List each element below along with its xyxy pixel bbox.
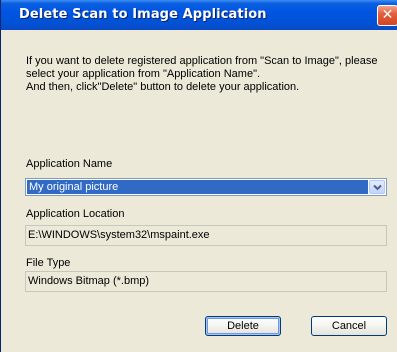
delete-application-dialog: Delete Scan to Image Application ✕ If yo…: [0, 0, 397, 352]
application-location-field: E:\WINDOWS\system32\mspaint.exe: [25, 225, 387, 246]
delete-button[interactable]: Delete: [205, 316, 281, 336]
chevron-down-icon: [373, 184, 382, 191]
instructions-line-2: select your application from "Applicatio…: [26, 68, 261, 80]
title-bar[interactable]: Delete Scan to Image Application ✕: [1, 0, 397, 30]
close-button[interactable]: ✕: [377, 5, 397, 26]
instructions-line-3: And then, click"Delete" button to delete…: [26, 81, 300, 93]
instructions-line-1: If you want to delete registered applica…: [26, 55, 378, 67]
file-type-label: File Type: [26, 257, 71, 269]
application-name-selected[interactable]: My original picture: [27, 180, 368, 194]
file-type-field: Windows Bitmap (*.bmp): [25, 271, 387, 292]
close-icon: ✕: [381, 7, 394, 23]
dialog-body: If you want to delete registered applica…: [1, 30, 397, 352]
application-name-label: Application Name: [26, 158, 113, 170]
application-name-select[interactable]: My original picture: [25, 178, 387, 196]
instructions-text: If you want to delete registered applica…: [26, 55, 388, 94]
cancel-button[interactable]: Cancel: [311, 316, 387, 336]
application-location-label: Application Location: [26, 208, 125, 220]
dropdown-button[interactable]: [369, 180, 385, 194]
window-title: Delete Scan to Image Application: [19, 7, 267, 22]
